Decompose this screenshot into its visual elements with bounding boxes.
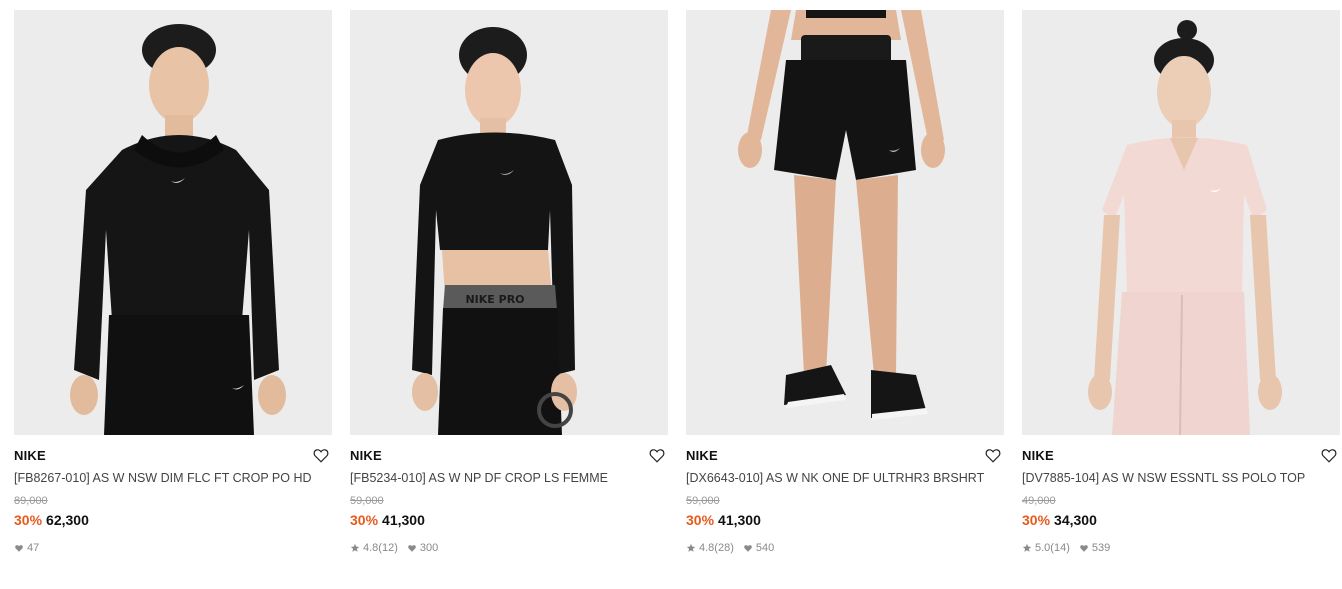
rating-value: 5.0	[1035, 542, 1051, 554]
rating-group: 4.8 (12)	[350, 541, 398, 555]
product-name[interactable]: [FB8267-010] AS W NSW DIM FLC FT CROP PO…	[14, 471, 332, 486]
heart-filled-icon	[407, 543, 417, 553]
rating-count: (12)	[378, 542, 398, 554]
sale-price: 34,300	[1054, 512, 1097, 528]
rating-count: (28)	[714, 542, 734, 554]
sale-price: 41,300	[382, 512, 425, 528]
heart-icon[interactable]	[312, 446, 330, 464]
rating-count: (14)	[1050, 542, 1070, 554]
product-card[interactable]: NIKE [DX6643-010] AS W NK ONE DF ULTRHR3…	[686, 10, 1004, 555]
discount-rate: 30%	[14, 512, 43, 528]
price-row: 30% 41,300	[350, 512, 668, 529]
price-row: 30% 34,300	[1022, 512, 1340, 529]
product-card[interactable]: NIKE [FB8267-010] AS W NSW DIM FLC FT CR…	[14, 10, 332, 555]
discount-rate: 30%	[686, 512, 715, 528]
star-icon	[686, 543, 696, 553]
svg-text:NIKE PRO: NIKE PRO	[465, 293, 524, 306]
discount-rate: 30%	[1022, 512, 1051, 528]
product-info: NIKE [DV7885-104] AS W NSW ESSNTL SS POL…	[1022, 435, 1340, 555]
star-icon	[350, 543, 360, 553]
product-card[interactable]: NIKE [DV7885-104] AS W NSW ESSNTL SS POL…	[1022, 10, 1340, 555]
original-price: 89,000	[14, 495, 48, 507]
product-brand: NIKE	[14, 448, 46, 463]
heart-icon[interactable]	[1320, 446, 1338, 464]
product-stats: 4.8 (28) 540	[686, 541, 1004, 555]
rating-group: 4.8 (28)	[686, 541, 734, 555]
product-info: NIKE [DX6643-010] AS W NK ONE DF ULTRHR3…	[686, 435, 1004, 555]
product-brand: NIKE	[686, 448, 718, 463]
discount-rate: 30%	[350, 512, 379, 528]
like-count-group: 47	[14, 541, 39, 555]
product-image[interactable]	[1022, 10, 1340, 435]
like-count-group: 539	[1079, 541, 1110, 555]
product-card[interactable]: NIKE PRO NIKE [FB5234-010] AS W NP DF CR…	[350, 10, 668, 555]
product-name[interactable]: [DV7885-104] AS W NSW ESSNTL SS POLO TOP	[1022, 471, 1340, 486]
product-name[interactable]: [FB5234-010] AS W NP DF CROP LS FEMME	[350, 471, 668, 486]
star-icon	[1022, 543, 1032, 553]
product-image[interactable]	[686, 10, 1004, 435]
price-row: 30% 62,300	[14, 512, 332, 529]
product-stats: 4.8 (12) 300	[350, 541, 668, 555]
like-count-group: 540	[743, 541, 774, 555]
rating-group: 5.0 (14)	[1022, 541, 1070, 555]
product-brand: NIKE	[1022, 448, 1054, 463]
like-count: 539	[1091, 542, 1111, 554]
like-count: 47	[27, 542, 40, 554]
price-row: 30% 41,300	[686, 512, 1004, 529]
heart-filled-icon	[743, 543, 753, 553]
original-price: 59,000	[350, 495, 384, 507]
sale-price: 41,300	[718, 512, 761, 528]
product-stats: 5.0 (14) 539	[1022, 541, 1340, 555]
product-name[interactable]: [DX6643-010] AS W NK ONE DF ULTRHR3 BRSH…	[686, 471, 1004, 486]
original-price: 59,000	[686, 495, 720, 507]
product-brand: NIKE	[350, 448, 382, 463]
heart-filled-icon	[1079, 543, 1089, 553]
product-image[interactable]: NIKE PRO	[350, 10, 668, 435]
product-stats: 47	[14, 541, 332, 555]
sale-price: 62,300	[46, 512, 89, 528]
product-image[interactable]	[14, 10, 332, 435]
product-info: NIKE [FB8267-010] AS W NSW DIM FLC FT CR…	[14, 435, 332, 555]
product-grid: NIKE [FB8267-010] AS W NSW DIM FLC FT CR…	[14, 10, 1340, 555]
rating-value: 4.8	[699, 542, 715, 554]
rating-value: 4.8	[363, 542, 379, 554]
heart-icon[interactable]	[648, 446, 666, 464]
product-info: NIKE [FB5234-010] AS W NP DF CROP LS FEM…	[350, 435, 668, 555]
like-count-group: 300	[407, 541, 438, 555]
like-count: 540	[755, 542, 775, 554]
like-count: 300	[419, 542, 439, 554]
heart-filled-icon	[14, 543, 24, 553]
original-price: 49,000	[1022, 495, 1056, 507]
heart-icon[interactable]	[984, 446, 1002, 464]
